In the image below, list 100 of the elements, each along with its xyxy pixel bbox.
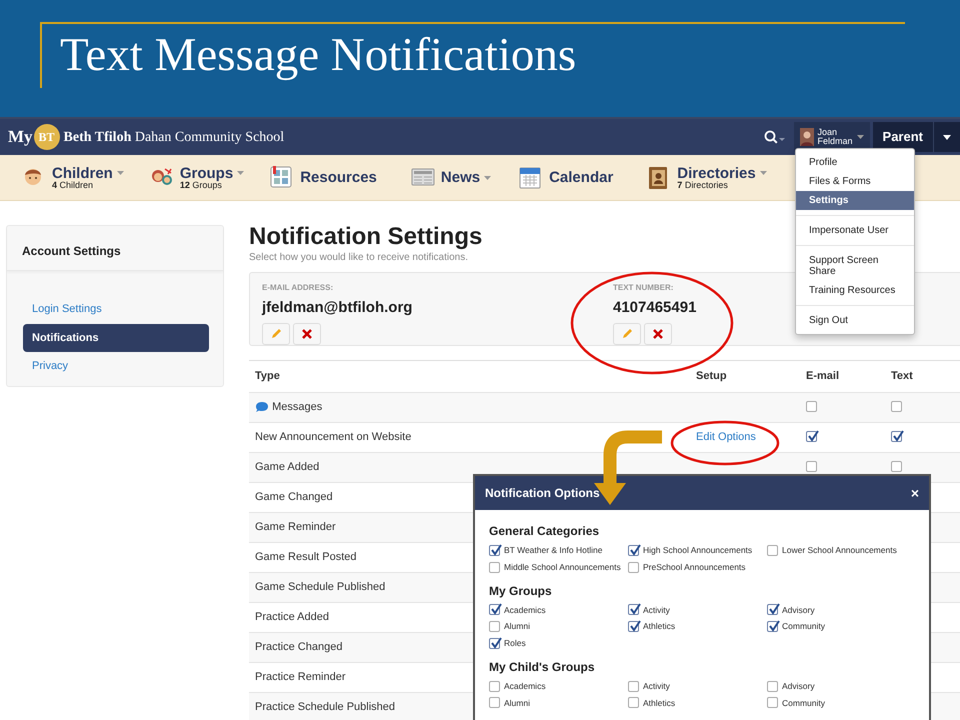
checkbox[interactable] bbox=[806, 431, 817, 442]
section-heading: My Groups bbox=[489, 582, 553, 600]
checkbox[interactable] bbox=[767, 604, 778, 616]
sidebar-link[interactable]: Privacy bbox=[23, 352, 209, 380]
table-cell: Practice Reminder bbox=[255, 670, 346, 683]
nav-tab[interactable]: Resources bbox=[270, 166, 377, 190]
table-cell: New Announcement on Website bbox=[255, 430, 412, 443]
nav-tab[interactable]: Calendar bbox=[519, 166, 614, 190]
checkbox[interactable] bbox=[806, 461, 817, 472]
dropdown-toggle-button[interactable] bbox=[933, 122, 960, 152]
checkbox[interactable] bbox=[489, 638, 500, 649]
checkbox-label: Alumni bbox=[504, 620, 530, 633]
checkbox[interactable] bbox=[628, 697, 639, 708]
logo-badge: BT bbox=[34, 124, 60, 150]
menu-item[interactable]: Support Screen Share bbox=[796, 251, 914, 281]
checkbox-label: Activity bbox=[643, 680, 670, 692]
checkbox[interactable] bbox=[628, 604, 639, 616]
checkbox-label: Academics bbox=[504, 680, 546, 692]
checkbox-label: High School Announcements bbox=[643, 544, 752, 557]
checkbox[interactable] bbox=[489, 680, 500, 692]
checkbox[interactable] bbox=[489, 621, 500, 632]
checkbox-label: Roles bbox=[504, 637, 526, 650]
contact-value: jfeldman@btfiloh.org bbox=[262, 298, 412, 318]
table-cell: Game Added bbox=[255, 460, 320, 473]
checkbox[interactable] bbox=[489, 697, 500, 708]
edit-options-link[interactable]: Edit Options bbox=[696, 430, 756, 443]
checkbox[interactable] bbox=[489, 562, 500, 573]
checkbox-label: Middle School Announcements bbox=[504, 560, 621, 574]
table-cell: Practice Changed bbox=[255, 640, 342, 653]
close-icon bbox=[652, 328, 664, 340]
caret-icon bbox=[856, 135, 864, 139]
delete-button[interactable] bbox=[644, 322, 672, 345]
checkbox[interactable] bbox=[891, 431, 902, 442]
nav-tab[interactable]: News bbox=[410, 166, 492, 190]
checkbox-label: Academics bbox=[504, 604, 546, 616]
sidebar-link[interactable]: Notifications bbox=[23, 324, 209, 352]
table-cell: Practice Added bbox=[255, 610, 329, 623]
checkbox[interactable] bbox=[628, 680, 639, 692]
sidebar-link[interactable]: Login Settings bbox=[23, 295, 209, 324]
checkbox-label: Activity bbox=[643, 604, 670, 616]
checkbox-label: Alumni bbox=[504, 696, 530, 710]
checkbox-label: Advisory bbox=[782, 604, 815, 616]
contact-value: 4107465491 bbox=[613, 298, 696, 318]
menu-item[interactable]: Sign Out bbox=[796, 311, 914, 330]
grid-icon bbox=[270, 166, 294, 190]
checkbox[interactable] bbox=[767, 621, 778, 632]
menu-item[interactable]: Files & Forms bbox=[796, 172, 914, 191]
checkbox-label: Athletics bbox=[643, 696, 676, 710]
checkbox-label: Athletics bbox=[643, 620, 676, 633]
close-icon bbox=[301, 328, 313, 340]
menu-item[interactable]: Profile bbox=[796, 153, 914, 172]
table-cell: Game Schedule Published bbox=[255, 580, 386, 593]
menu-item[interactable]: Training Resources bbox=[796, 281, 914, 300]
section-heading: General Categories bbox=[489, 523, 600, 540]
calendar-icon bbox=[519, 166, 544, 190]
checkbox-label: Lower School Announcements bbox=[782, 544, 897, 557]
table-cell: Game Result Posted bbox=[255, 550, 356, 563]
table-cell: Game Changed bbox=[255, 490, 333, 503]
field-label: TEXT NUMBER: bbox=[613, 282, 674, 294]
role-button[interactable]: Parent bbox=[872, 122, 933, 152]
menu-item[interactable]: Impersonate User bbox=[796, 221, 914, 240]
checkbox-label: Community bbox=[782, 696, 825, 710]
school-name: Beth Tfiloh Dahan Community School bbox=[64, 128, 284, 146]
speech-bubble-icon bbox=[255, 400, 269, 413]
pencil-icon bbox=[621, 328, 633, 340]
nav-tab[interactable]: Directories 7 Directories bbox=[647, 166, 767, 190]
checkbox[interactable] bbox=[767, 680, 778, 692]
checkbox[interactable] bbox=[767, 544, 778, 556]
pencil-icon bbox=[270, 328, 282, 340]
checkbox[interactable] bbox=[891, 461, 902, 472]
close-button[interactable]: × bbox=[910, 482, 919, 504]
page-title: Notification Settings bbox=[249, 224, 482, 250]
checkbox[interactable] bbox=[806, 401, 817, 412]
nav-tab[interactable]: Groups 12 Groups bbox=[150, 166, 244, 190]
logo-text: My bbox=[8, 126, 33, 148]
checkbox[interactable] bbox=[628, 544, 639, 556]
page-subtitle: Select how you would like to receive notifications. bbox=[249, 251, 468, 266]
field-label: E-MAIL ADDRESS: bbox=[262, 282, 334, 294]
checkbox[interactable] bbox=[628, 562, 639, 573]
checkbox[interactable] bbox=[767, 697, 778, 708]
nav-tab[interactable]: Children 4 Children bbox=[22, 166, 124, 190]
caret-icon bbox=[943, 134, 951, 140]
dialog-title: Notification Options bbox=[485, 485, 600, 502]
table-cell: Practice Schedule Published bbox=[255, 700, 396, 713]
delete-button[interactable] bbox=[293, 322, 321, 345]
checkbox[interactable] bbox=[489, 604, 500, 616]
checkbox-label: BT Weather & Info Hotline bbox=[504, 544, 602, 557]
checkbox[interactable] bbox=[489, 544, 500, 556]
checkbox[interactable] bbox=[891, 401, 902, 412]
checkbox-label: PreSchool Announcements bbox=[643, 560, 746, 574]
avatar-icon bbox=[800, 128, 814, 146]
table-cell: Game Reminder bbox=[255, 520, 336, 533]
checkbox[interactable] bbox=[628, 621, 639, 632]
checkbox-label: Advisory bbox=[782, 680, 815, 692]
menu-item[interactable]: Settings bbox=[796, 191, 914, 210]
checkbox-label: Community bbox=[782, 620, 825, 633]
search-button[interactable] bbox=[764, 130, 786, 144]
sidebar-title: Account Settings bbox=[7, 226, 223, 271]
slide-title: Text Message Notifications bbox=[60, 30, 578, 82]
section-heading: My Child's Groups bbox=[489, 658, 596, 676]
